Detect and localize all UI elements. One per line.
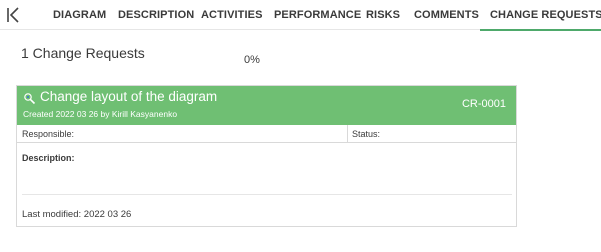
last-modified: Last modified: 2022 03 26 [22, 209, 132, 220]
change-request-header[interactable]: Change layout of the diagram Created 202… [17, 86, 516, 125]
tab-change-requests[interactable]: CHANGE REQUESTS [480, 0, 601, 31]
magic-wand-icon [23, 92, 36, 105]
tab-performance[interactable]: PERFORMANCE [274, 0, 361, 30]
tab-diagram[interactable]: DIAGRAM [53, 0, 106, 30]
collapse-panel-icon[interactable] [5, 5, 23, 25]
tab-comments[interactable]: COMMENTS [414, 0, 479, 30]
progress-percent: 0% [244, 54, 260, 66]
tab-bar: DIAGRAM DESCRIPTION ACTIVITIES PERFORMAN… [0, 0, 601, 31]
change-request-created: Created 2022 03 26 by Kirill Kasyanenko [23, 109, 178, 119]
tab-activities[interactable]: ACTIVITIES [201, 0, 263, 30]
tab-risks[interactable]: RISKS [366, 0, 400, 30]
change-request-count: 1 Change Requests [21, 45, 145, 61]
status-label: Status: [352, 129, 381, 139]
column-divider [347, 125, 348, 142]
responsible-status-row: Responsible: Status: [17, 125, 516, 143]
tab-description[interactable]: DESCRIPTION [118, 0, 194, 30]
description-label: Description: [22, 153, 75, 163]
divider [22, 194, 512, 195]
change-request-id: CR-0001 [461, 98, 506, 110]
responsible-label: Responsible: [22, 129, 75, 139]
change-request-title[interactable]: Change layout of the diagram [40, 89, 217, 104]
change-request-card[interactable]: Change layout of the diagram Created 202… [16, 85, 517, 227]
